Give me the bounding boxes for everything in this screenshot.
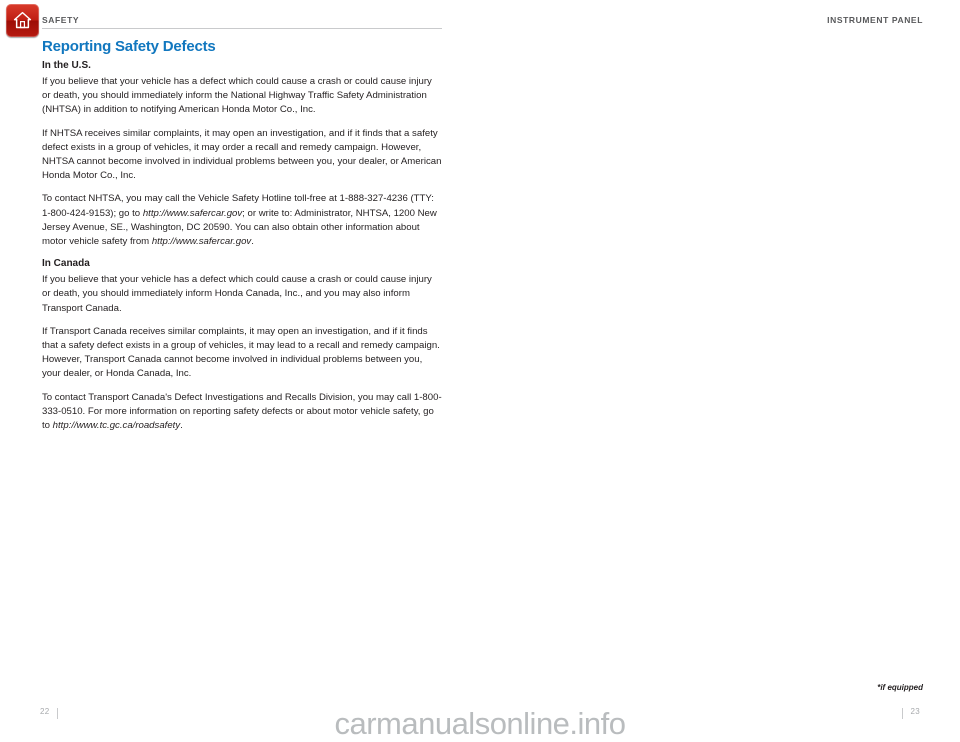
left-page: SAFETY Reporting Safety Defects In the U… (0, 0, 480, 738)
paragraph-contact-transport-canada: To contact Transport Canada's Defect Inv… (42, 391, 442, 434)
header-rule-left (42, 28, 442, 29)
subhead-canada: In Canada (42, 258, 90, 270)
paragraph: If Transport Canada receives similar com… (42, 325, 440, 380)
running-head-right: INSTRUMENT PANEL (827, 15, 923, 25)
subhead-us: In the U.S. (42, 60, 91, 71)
left-page-content: Reporting Safety Defects In the U.S. If … (42, 38, 442, 442)
text-run: . (251, 236, 254, 248)
url-tc-roadsafety: http://www.tc.gc.ca/roadsafety (52, 420, 181, 432)
page-title: Reporting Safety Defects (42, 38, 216, 55)
paragraph: If you believe that your vehicle has a d… (42, 76, 432, 116)
paragraph-contact-nhtsa: To contact NHTSA, you may call the Vehic… (42, 192, 442, 249)
url-safercar-2: http://www.safercar.gov (151, 236, 252, 248)
text-run: . (180, 420, 183, 432)
running-head-left: SAFETY (42, 15, 80, 25)
home-icon (13, 11, 32, 29)
paragraph: If NHTSA receives similar complaints, it… (42, 127, 442, 182)
paragraph: If you believe that your vehicle has a d… (42, 274, 432, 314)
home-button[interactable] (6, 4, 39, 37)
url-safercar-1: http://www.safercar.gov (142, 207, 243, 219)
footnote-if-equipped: *if equipped (877, 683, 923, 692)
right-page: INSTRUMENT PANEL INSTRUMENT PANEL Learn … (480, 0, 960, 738)
watermark: carmanualsonline.info (334, 706, 626, 741)
